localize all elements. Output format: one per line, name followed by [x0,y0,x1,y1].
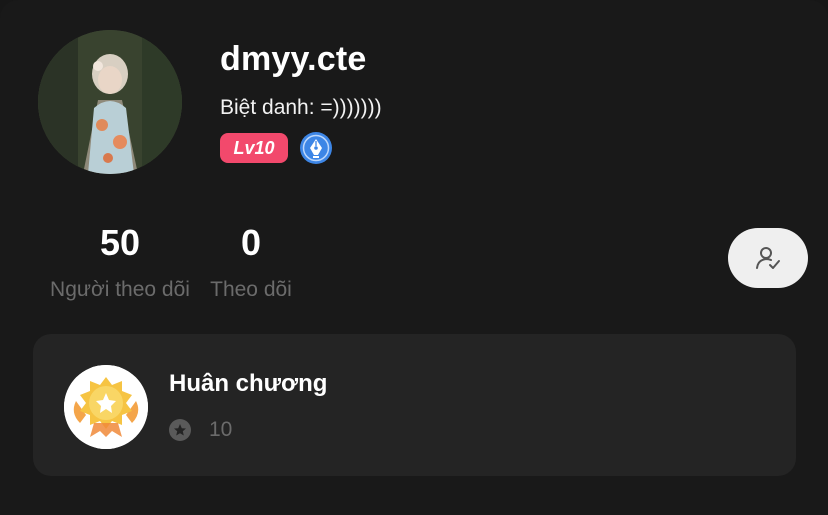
avatar[interactable] [38,30,182,174]
followed-button[interactable] [728,228,808,288]
profile-card: dmyy.cte Biệt danh: =))))))) Lv10 50 Ngư… [0,0,828,515]
level-badge: Lv10 [220,133,288,163]
following-stat[interactable]: 0 Theo dõi [203,222,299,302]
nickname: Biệt danh: =))))))) [220,96,382,119]
followers-label: Người theo dõi [50,278,190,301]
medal-icon [64,365,148,449]
followers-count: 50 [99,222,141,263]
username: dmyy.cte [220,40,367,78]
user-check-icon [756,247,780,269]
following-label: Theo dõi [210,278,292,301]
following-count: 0 [240,222,262,263]
pen-nib-badge-icon [299,131,333,165]
avatar-photo [38,30,182,174]
medal-count: 10 [209,418,233,441]
followers-stat[interactable]: 50 Người theo dõi [40,222,200,302]
medal-section[interactable]: Huân chương 10 [33,334,796,476]
medal-title: Huân chương [169,370,328,397]
medal-count-icon [169,419,191,441]
